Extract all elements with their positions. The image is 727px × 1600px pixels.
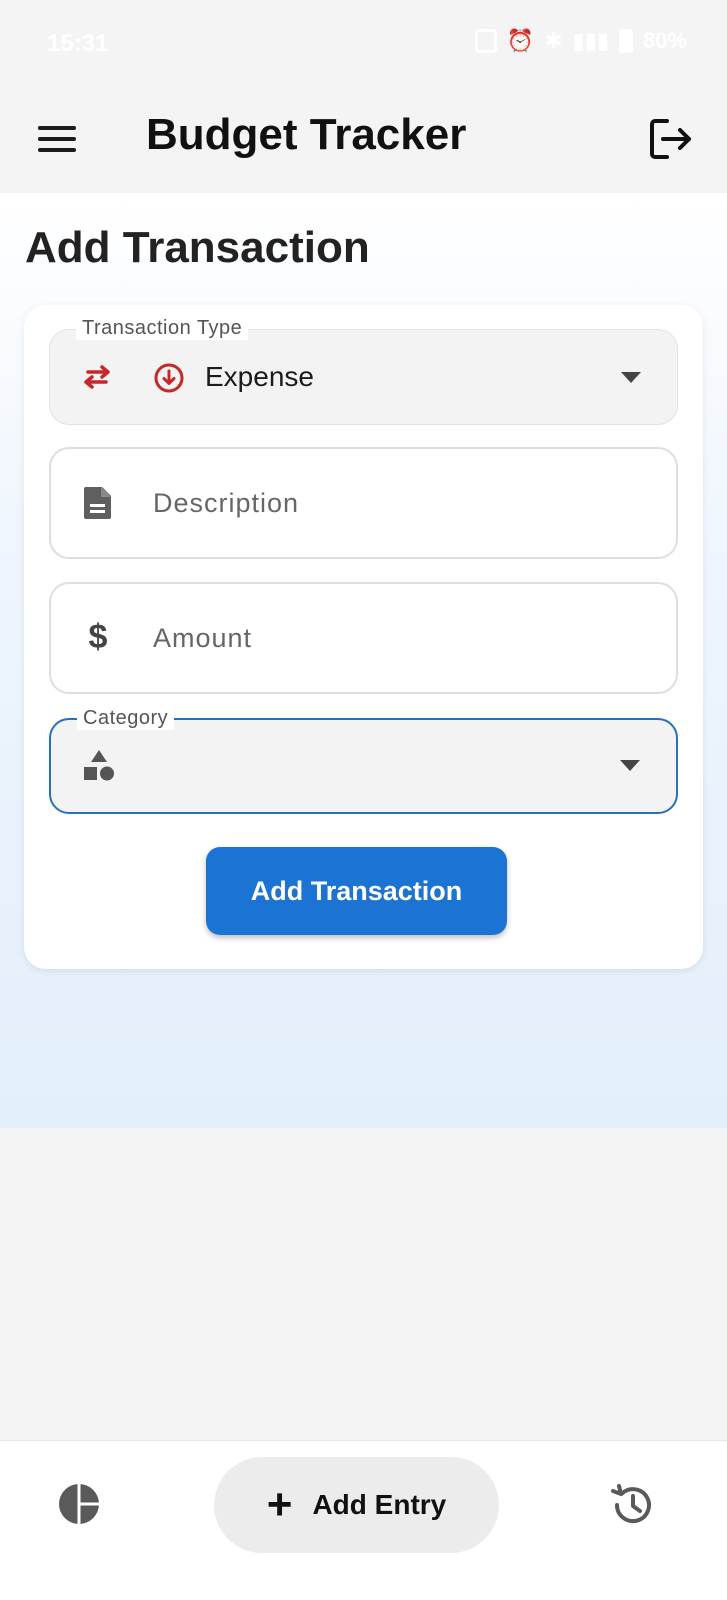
hamburger-menu-icon[interactable] [30, 115, 84, 163]
transaction-form-card: Transaction Type Expense $ [24, 305, 703, 969]
category-dropdown[interactable]: Category [49, 707, 678, 814]
transaction-type-label: Transaction Type [76, 317, 249, 340]
battery-icon [618, 29, 633, 53]
logout-icon[interactable] [645, 113, 697, 165]
app-title: Budget Tracker [146, 110, 467, 159]
chevron-down-icon [620, 760, 640, 771]
transaction-type-value: Expense [205, 361, 314, 392]
main-content: Add Transaction Transaction Type Expense [0, 193, 727, 1128]
category-label: Category [77, 707, 175, 730]
dollar-icon: $ [88, 618, 108, 656]
bottom-nav: + Add Entry [0, 1440, 727, 1600]
status-bar: 15:31 ⏰ ✱ ▮▮▮ 80% [0, 0, 727, 85]
history-icon[interactable] [608, 1481, 656, 1529]
alarm-icon: ⏰ [506, 28, 535, 53]
signal-icon: ▮▮▮ [572, 28, 609, 53]
add-entry-button[interactable]: + Add Entry [214, 1457, 499, 1553]
bluetooth-icon: ✱ [544, 28, 563, 53]
swap-arrows-icon [84, 365, 110, 389]
description-input[interactable] [153, 449, 653, 557]
amount-input[interactable] [153, 584, 653, 692]
document-icon [84, 487, 111, 519]
nfc-icon [474, 29, 497, 53]
battery-percent: 80% [642, 28, 687, 53]
amount-field: $ [49, 582, 678, 694]
transaction-type-dropdown[interactable]: Transaction Type Expense [49, 317, 678, 425]
add-entry-label: Add Entry [312, 1489, 447, 1520]
status-time: 15:31 [47, 30, 109, 57]
pie-chart-icon[interactable] [56, 1481, 102, 1527]
shapes-icon [84, 750, 114, 781]
add-transaction-button[interactable]: Add Transaction [206, 847, 507, 935]
chevron-down-icon [621, 372, 641, 383]
app-bar: Budget Tracker [0, 85, 727, 193]
description-field [49, 447, 678, 559]
arrow-down-circle-icon [154, 363, 184, 393]
plus-icon: + [266, 1480, 293, 1529]
status-icons: ⏰ ✱ ▮▮▮ 80% [474, 28, 687, 54]
page-title: Add Transaction [25, 223, 370, 272]
